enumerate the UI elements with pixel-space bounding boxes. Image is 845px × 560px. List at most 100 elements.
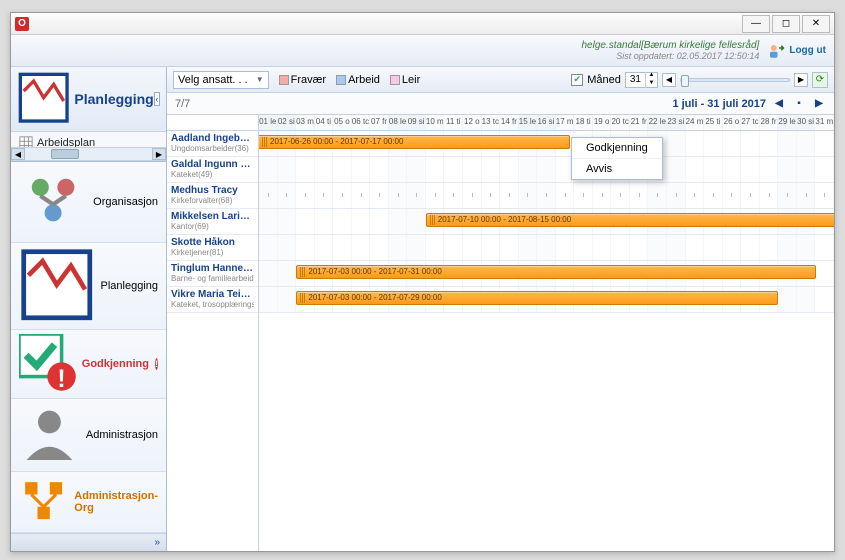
person-row-name[interactable]: Skotte HåkonKirketjener(81) <box>167 235 258 261</box>
prev-page-button[interactable]: ◀ <box>662 73 676 87</box>
last-updated-label: Sist oppdatert: 02.05.2017 12:50:14 <box>616 51 759 61</box>
gantt-row[interactable] <box>259 183 834 209</box>
alert-badge-icon: ! <box>155 358 158 370</box>
minimize-button[interactable]: — <box>742 15 770 33</box>
grid-icon <box>19 136 33 147</box>
scroll-thumb[interactable] <box>51 149 79 159</box>
gantt-bar[interactable]: 2017-07-03 00:00 - 2017-07-31 00:00 <box>296 265 815 279</box>
swatch-icon <box>390 75 400 85</box>
gantt-row[interactable] <box>259 157 834 183</box>
gantt-bar[interactable]: 2017-07-10 00:00 - 2017-08-15 00:00 <box>426 213 834 227</box>
nav-item-administrasjon-org[interactable]: Administrasjon-Org <box>11 472 166 533</box>
gantt-row[interactable]: 2017-07-03 00:00 - 2017-07-31 00:00 <box>259 261 834 287</box>
day-col-31: 31 m <box>815 115 834 130</box>
org-orange-icon <box>19 476 68 528</box>
range-prev-button[interactable]: ◀ <box>772 97 786 111</box>
logout-icon <box>767 42 785 60</box>
day-col-27: 27 tc <box>741 115 760 130</box>
spin-up[interactable]: ▲ <box>645 72 657 80</box>
day-col-4: 04 ti <box>315 115 334 130</box>
close-button[interactable]: ✕ <box>802 15 830 33</box>
day-col-16: 16 si <box>537 115 556 130</box>
gantt-bar[interactable]: 2017-06-26 00:00 - 2017-07-17 00:00 <box>259 135 570 149</box>
next-page-button[interactable]: ▶ <box>794 73 808 87</box>
context-menu-godkjenning[interactable]: Godkjenning <box>572 138 662 159</box>
nav-item-planlegging[interactable]: Planlegging <box>11 243 166 331</box>
nav-item-organisasjon[interactable]: Organisasjon <box>11 162 166 242</box>
day-col-25: 25 ti <box>704 115 723 130</box>
day-col-14: 14 fr <box>500 115 519 130</box>
legend-label: Arbeid <box>348 74 380 86</box>
scroll-left-button[interactable]: ◀ <box>11 148 25 160</box>
legend-fravær: Fravær <box>279 74 326 86</box>
day-col-24: 24 m <box>686 115 705 130</box>
person-row-name[interactable]: Aadland IngeborgUngdomsarbeider(36) <box>167 131 258 157</box>
tree-item-arbeidsplan[interactable]: Arbeidsplan <box>11 134 166 147</box>
subbar: 7/7 1 juli - 31 juli 2017 ◀ ▪ ▶ <box>167 93 834 115</box>
swatch-icon <box>279 75 289 85</box>
gantt-row[interactable]: 2017-06-26 00:00 - 2017-07-17 00:00 <box>259 131 834 157</box>
legend-label: Fravær <box>291 74 326 86</box>
spin-down[interactable]: ▼ <box>645 80 657 88</box>
gantt-grid[interactable]: 01 le02 si03 m04 ti05 o06 tc07 fr08 le09… <box>259 115 834 551</box>
range-next-button[interactable]: ▶ <box>812 97 826 111</box>
person-row-name[interactable]: Vikre Maria TeistedalKateket, trosopplær… <box>167 287 258 313</box>
sidebar: Planlegging ‹ ArbeidsplanTimeregistrerin… <box>11 67 167 551</box>
context-menu: Godkjenning Avvis <box>571 137 663 180</box>
sidebar-hscroll[interactable]: ◀ ▶ <box>11 147 166 161</box>
day-col-13: 13 tc <box>482 115 501 130</box>
sidebar-collapse-button[interactable]: ‹ <box>154 92 160 106</box>
slider-thumb[interactable] <box>681 75 689 87</box>
person-name: Galdal Ingunn Berit <box>171 159 254 170</box>
toolbar: Velg ansatt. . . ▼ FraværArbeidLeir ✔ Må… <box>167 67 834 93</box>
gantt-row[interactable]: 2017-07-10 00:00 - 2017-08-15 00:00 <box>259 209 834 235</box>
gantt-area: Aadland IngeborgUngdomsarbeider(36)Galda… <box>167 115 834 551</box>
employee-combo[interactable]: Velg ansatt. . . ▼ <box>173 71 269 89</box>
check-alert-icon: ! <box>19 334 76 394</box>
person-row-name[interactable]: Medhus TracyKirkeforvalter(68) <box>167 183 258 209</box>
grip-icon <box>430 215 436 225</box>
app-icon: O <box>15 17 29 31</box>
svg-text:!: ! <box>57 366 65 391</box>
person-name: Aadland Ingeborg <box>171 133 254 144</box>
maned-label: Måned <box>587 74 621 86</box>
refresh-button[interactable]: ⟳ <box>812 72 828 88</box>
maned-checkbox[interactable]: ✔ <box>571 74 583 86</box>
nav-item-administrasjon[interactable]: Administrasjon <box>11 399 166 472</box>
maximize-button[interactable]: ◻ <box>772 15 800 33</box>
person-role: Ungdomsarbeider(36) <box>171 144 254 153</box>
grip-icon <box>262 137 268 147</box>
gantt-row[interactable]: 2017-07-03 00:00 - 2017-07-29 00:00 <box>259 287 834 313</box>
day-col-10: 10 m <box>426 115 445 130</box>
bar-label: 2017-07-10 00:00 - 2017-08-15 00:00 <box>438 215 571 224</box>
day-col-26: 26 o <box>723 115 742 130</box>
nav-item-label: Administrasjon-Org <box>74 490 158 514</box>
person-role: Kateket, trosopplæringskoo <box>171 300 254 309</box>
day-col-19: 19 o <box>593 115 612 130</box>
days-spinner[interactable]: 31 ▲▼ <box>625 72 658 88</box>
person-row-name[interactable]: Mikkelsen LarissaKantor(69) <box>167 209 258 235</box>
nav-item-godkjenning[interactable]: !Godkjenning! <box>11 330 166 399</box>
zoom-slider[interactable] <box>680 78 790 82</box>
person-role: Kateket(49) <box>171 170 254 179</box>
sidebar-header: Planlegging ‹ <box>11 67 166 132</box>
person-row-name[interactable]: Tinglum Hanne WennbergBarne- og familiea… <box>167 261 258 287</box>
gantt-bar[interactable]: 2017-07-03 00:00 - 2017-07-29 00:00 <box>296 291 778 305</box>
person-name: Mikkelsen Larissa <box>171 211 254 222</box>
logout-button[interactable]: Logg ut <box>767 42 826 60</box>
plan-icon <box>19 247 95 326</box>
context-menu-avvis[interactable]: Avvis <box>572 159 662 179</box>
day-col-28: 28 fr <box>760 115 779 130</box>
legend-arbeid: Arbeid <box>336 74 380 86</box>
sidebar-bottom-nav: OrganisasjonPlanlegging!Godkjenning!Admi… <box>11 161 166 551</box>
person-role: Kirkeforvalter(68) <box>171 196 254 205</box>
range-menu-button[interactable]: ▪ <box>792 97 806 111</box>
gantt-row[interactable] <box>259 235 834 261</box>
chevron-down-icon: ▼ <box>256 75 264 84</box>
scroll-right-button[interactable]: ▶ <box>152 148 166 160</box>
day-col-7: 07 fr <box>370 115 389 130</box>
expand-more-button[interactable]: » <box>154 537 160 548</box>
person-row-name[interactable]: Galdal Ingunn BeritKateket(49) <box>167 157 258 183</box>
titlebar: O — ◻ ✕ <box>11 13 834 35</box>
gantt-day-header: 01 le02 si03 m04 ti05 o06 tc07 fr08 le09… <box>259 115 834 131</box>
